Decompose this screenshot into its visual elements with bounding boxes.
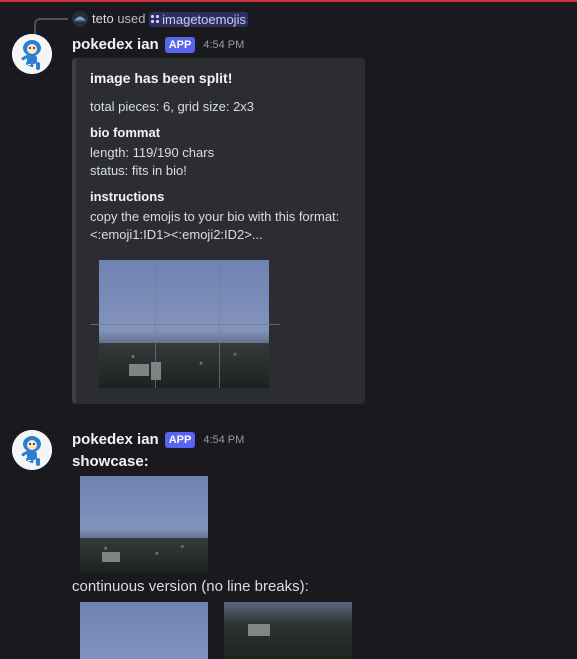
author-name[interactable]: pokedex ian	[72, 36, 159, 53]
top-accent-line	[0, 0, 577, 2]
message-timestamp[interactable]: 4:54 PM	[203, 39, 244, 51]
building-shape	[129, 364, 149, 376]
continuous-image-piece[interactable]	[80, 602, 208, 659]
author-name[interactable]: pokedex ian	[72, 431, 159, 448]
city-silhouette	[80, 538, 208, 572]
message-header: pokedex ian APP 4:54 PM	[72, 36, 244, 53]
bio-format-heading: bio fommat	[90, 125, 161, 140]
instructions-line-1: copy the emojis to your bio with this fo…	[90, 209, 340, 224]
bot-avatar[interactable]	[12, 430, 52, 470]
reply-context: teto used imagetoemojis	[92, 11, 248, 27]
building-shape	[102, 552, 120, 562]
continuous-image-piece[interactable]	[224, 602, 352, 659]
reply-avatar[interactable]	[72, 11, 88, 27]
building-shape	[151, 362, 161, 380]
bot-avatar[interactable]	[12, 34, 52, 74]
message-timestamp[interactable]: 4:54 PM	[203, 434, 244, 446]
result-embed: image has been split! total pieces: 6, g…	[72, 58, 365, 404]
slash-command-mention[interactable]: imagetoemojis	[149, 11, 248, 27]
bio-length: length: 119/190 chars	[90, 145, 215, 160]
grid-divider-horizontal	[90, 324, 280, 325]
command-icon	[151, 15, 160, 23]
bio-status: status: fits in bio!	[90, 163, 187, 178]
app-badge: APP	[164, 431, 196, 448]
app-badge: APP	[164, 36, 196, 53]
showcase-label: showcase:	[72, 453, 149, 470]
reply-username[interactable]: teto	[92, 11, 114, 26]
showcase-image[interactable]	[80, 476, 208, 572]
instructions-line-2: <:emoji1:ID1><:emoji2:ID2>...	[90, 227, 263, 242]
message-header: pokedex ian APP 4:54 PM	[72, 431, 244, 448]
reply-action: used	[117, 11, 146, 26]
city-silhouette	[99, 343, 269, 388]
embed-summary: total pieces: 6, grid size: 2x3	[90, 99, 255, 114]
building-shape	[248, 624, 270, 636]
reply-spine	[34, 18, 68, 34]
command-name: imagetoemojis	[162, 11, 246, 27]
instructions-heading: instructions	[90, 189, 165, 204]
continuous-label: continuous version (no line breaks):	[72, 578, 309, 595]
embed-title: image has been split!	[90, 70, 233, 86]
